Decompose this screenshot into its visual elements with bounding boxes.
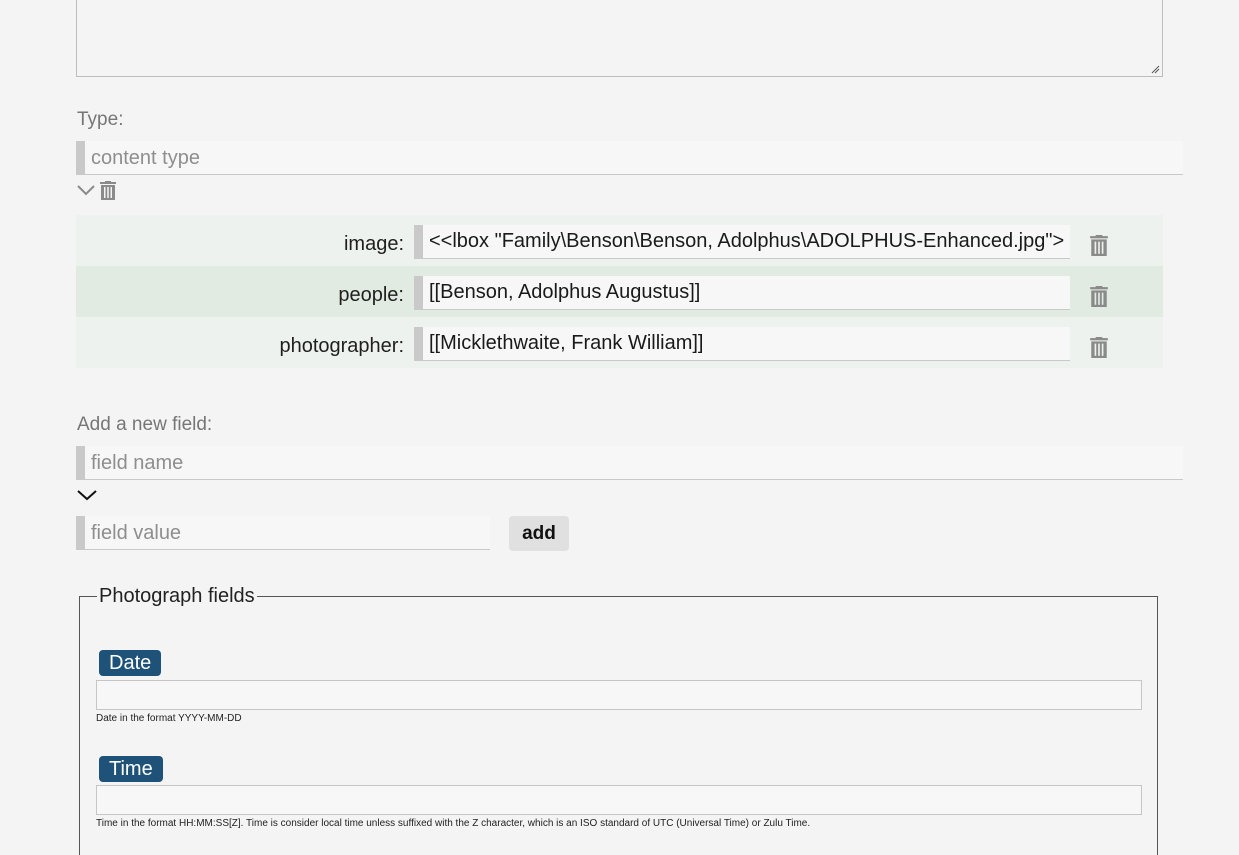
field-name-input[interactable]: field name	[76, 446, 1183, 480]
add-button[interactable]: add	[509, 516, 569, 551]
content-type-input[interactable]: content type	[76, 141, 1183, 175]
time-input[interactable]	[96, 785, 1142, 815]
page: Type: content type image: <<lbox "Family…	[0, 0, 1239, 855]
field-key: people:	[338, 284, 404, 306]
chevron-down-icon[interactable]	[76, 488, 98, 502]
field-name-placeholder: field name	[91, 452, 184, 474]
field-value-input[interactable]: [[Benson, Adolphus Augustus]]	[414, 276, 1070, 310]
date-label-badge: Date	[99, 650, 162, 676]
trash-icon[interactable]	[1090, 337, 1108, 358]
resize-grip-icon[interactable]	[1150, 64, 1160, 74]
photograph-fieldset	[79, 596, 1158, 855]
field-value-input[interactable]: [[Micklethwaite, Frank William]]	[414, 327, 1070, 361]
type-label: Type:	[77, 109, 124, 130]
fieldset-legend: Photograph fields	[97, 585, 257, 608]
field-value: [[Micklethwaite, Frank William]]	[429, 332, 704, 354]
description-textarea[interactable]	[76, 0, 1163, 77]
field-row-people: people: [[Benson, Adolphus Augustus]]	[76, 266, 1163, 317]
field-row-image: image: <<lbox "Family\Benson\Benson, Ado…	[76, 215, 1163, 266]
add-field-label: Add a new field:	[77, 414, 213, 435]
date-help-text: Date in the format YYYY-MM-DD	[96, 713, 242, 724]
time-help-text: Time in the format HH:MM:SS[Z]. Time is …	[96, 818, 811, 829]
time-label-badge: Time	[99, 756, 163, 782]
field-value-input[interactable]: <<lbox "Family\Benson\Benson, Adolphus\A…	[414, 225, 1070, 259]
trash-icon[interactable]	[1090, 235, 1108, 256]
content-type-placeholder: content type	[91, 147, 200, 169]
field-value: [[Benson, Adolphus Augustus]]	[429, 281, 701, 303]
field-key: photographer:	[279, 335, 404, 357]
field-value: <<lbox "Family\Benson\Benson, Adolphus\A…	[429, 230, 1065, 252]
date-input[interactable]	[96, 680, 1142, 710]
field-value-placeholder: field value	[91, 522, 182, 544]
trash-icon[interactable]	[1090, 286, 1108, 307]
trash-icon[interactable]	[100, 181, 116, 200]
field-key: image:	[343, 233, 404, 255]
field-row-photographer: photographer: [[Micklethwaite, Frank Wil…	[76, 317, 1163, 368]
field-value-new-input[interactable]: field value	[76, 516, 490, 550]
chevron-down-icon[interactable]	[76, 183, 96, 197]
